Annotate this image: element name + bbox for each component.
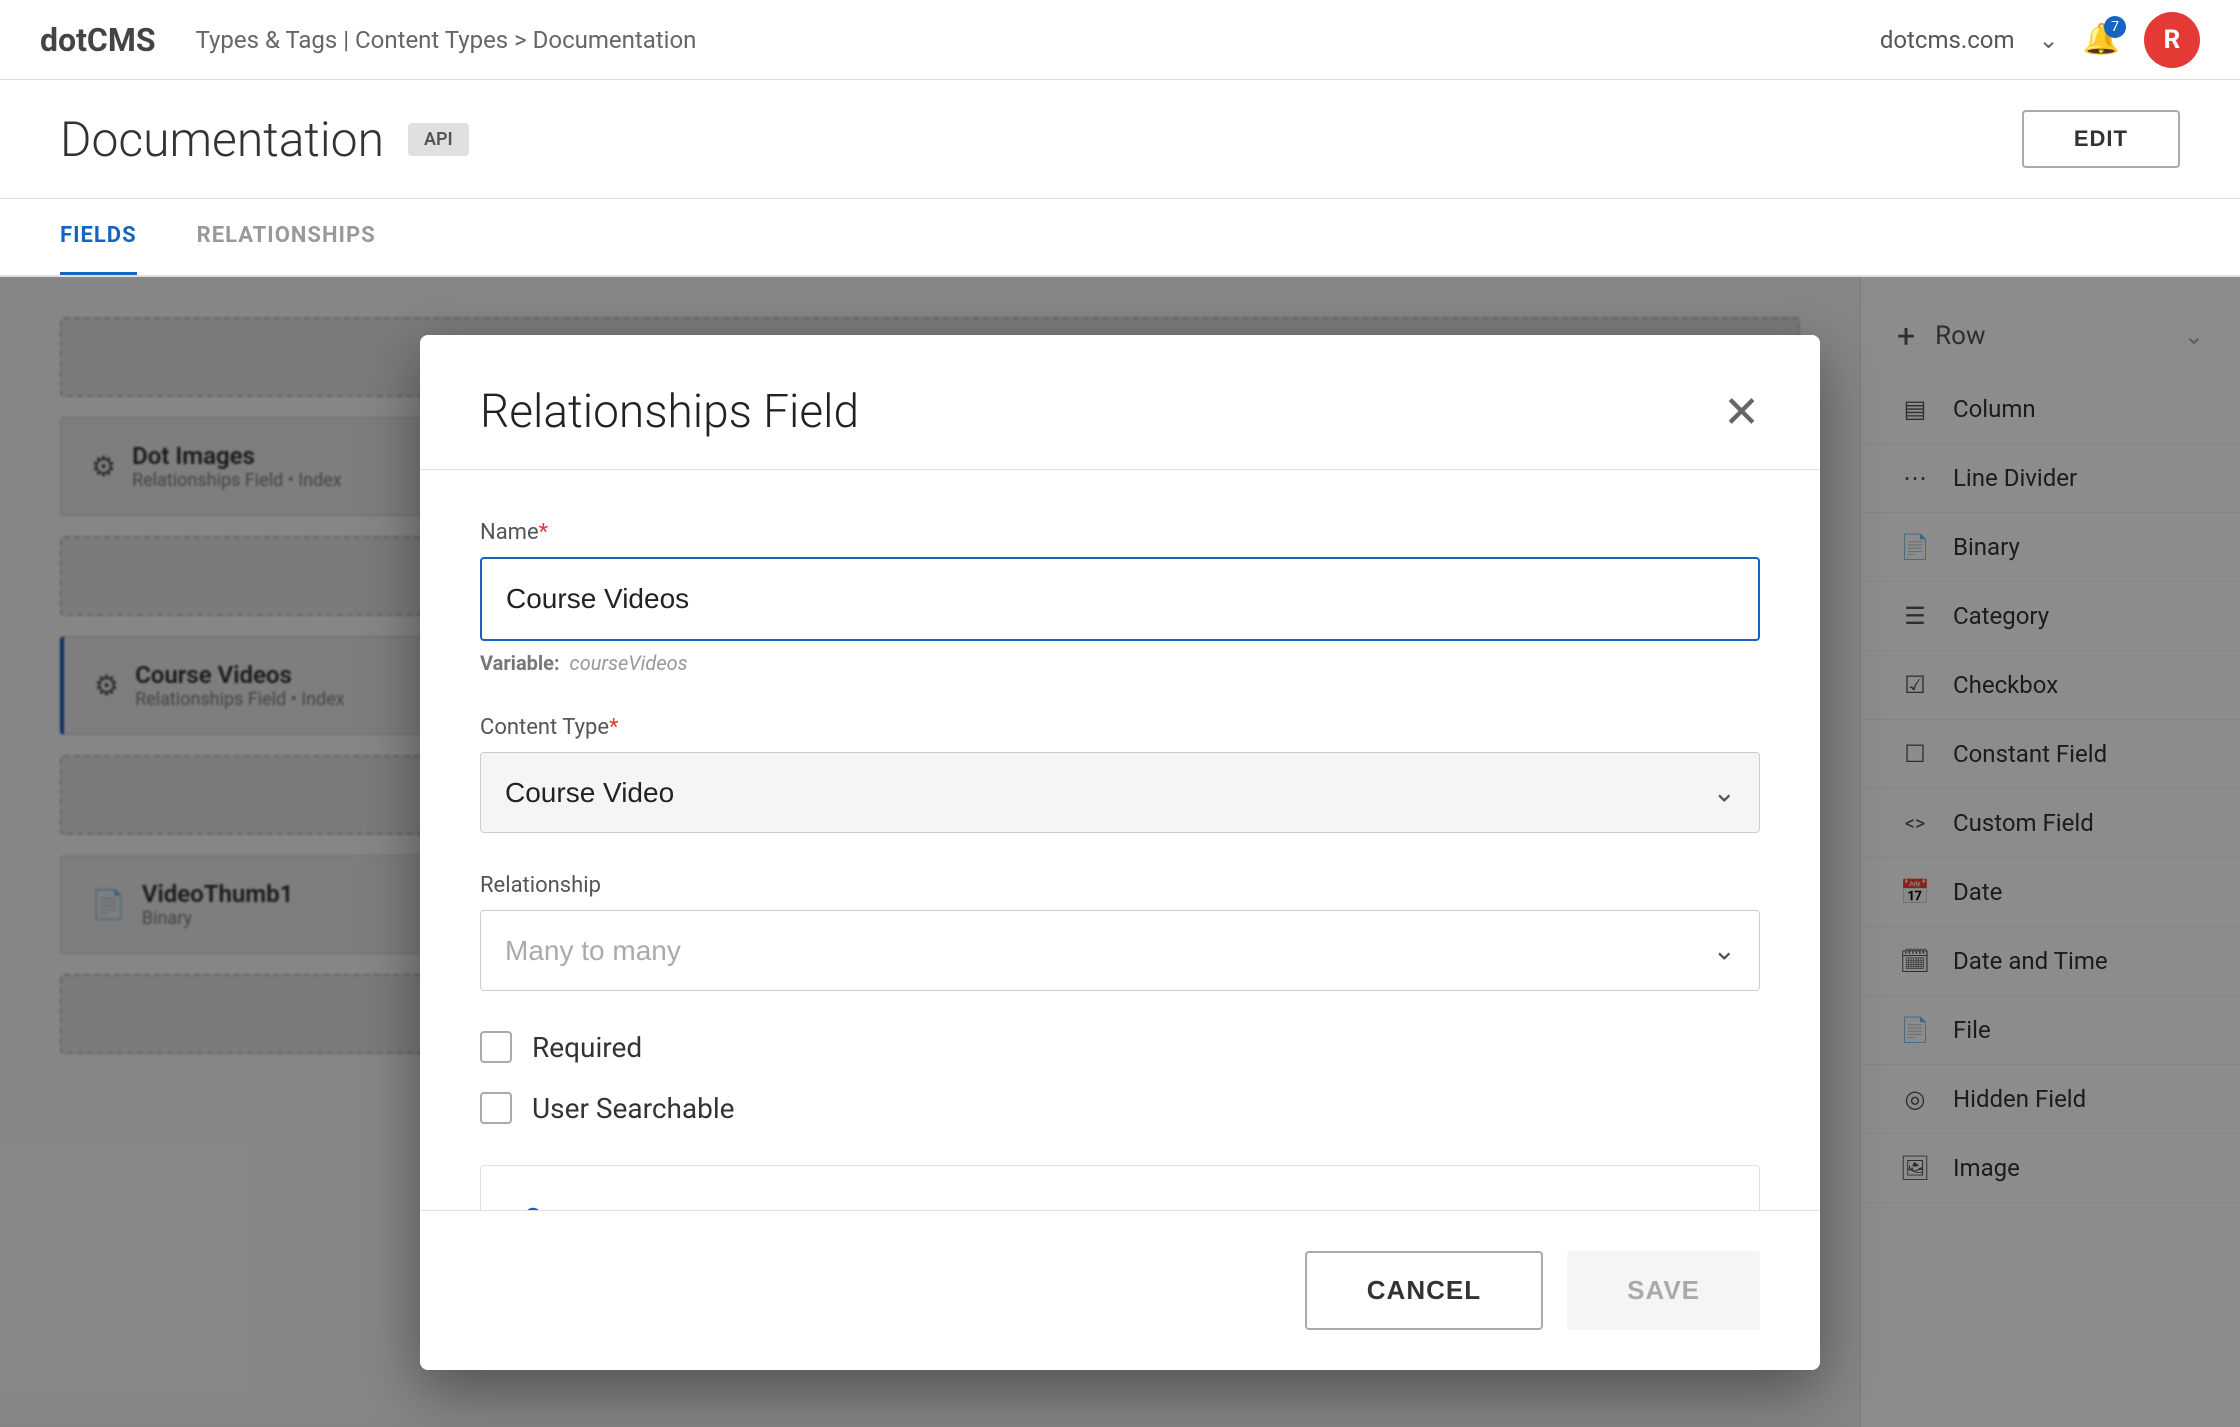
nav-right: dotcms.com ⌄ 🔔 7 R — [1880, 12, 2200, 68]
tab-relationships[interactable]: RELATIONSHIPS — [197, 199, 376, 275]
required-checkbox-row[interactable]: Required — [480, 1031, 1760, 1064]
modal-title: Relationships Field — [480, 385, 859, 439]
content-type-label: Content Type* — [480, 715, 1760, 740]
modal-header: Relationships Field ✕ — [420, 335, 1820, 470]
edit-button[interactable]: EDIT — [2022, 110, 2180, 168]
variable-display: Variable: courseVideos — [480, 651, 1760, 675]
tab-bar: FIELDS RELATIONSHIPS — [0, 199, 2240, 277]
relationship-select[interactable]: Many to many — [480, 910, 1760, 991]
logo: dotCMS — [40, 21, 156, 59]
relationship-label: Relationship — [480, 873, 1760, 898]
chevron-down-icon: ⌄ — [2039, 26, 2059, 54]
modal-overlay: Relationships Field ✕ Name* Variable: co… — [0, 277, 2240, 1427]
name-input[interactable] — [480, 557, 1760, 641]
notification-bell[interactable]: 🔔 7 — [2083, 22, 2120, 57]
relationship-select-wrapper: Many to many ⌄ — [480, 910, 1760, 991]
modal-body: Name* Variable: courseVideos Content Typ… — [420, 470, 1820, 1210]
avatar: R — [2144, 12, 2200, 68]
api-badge: API — [408, 123, 469, 156]
relationships-field-modal: Relationships Field ✕ Name* Variable: co… — [420, 335, 1820, 1370]
name-label: Name* — [480, 520, 1760, 545]
app-background: dotCMS Types & Tags | Content Types > Do… — [0, 0, 2240, 1420]
save-button[interactable]: SAVE — [1567, 1251, 1760, 1330]
main-content: ⚙ Dot Images Relationships Field • Index… — [0, 277, 2240, 1427]
relationship-tree: Documentation Coursevideo — [480, 1165, 1760, 1210]
content-type-form-group: Content Type* Course Video ⌄ — [480, 715, 1760, 833]
tab-fields[interactable]: FIELDS — [60, 199, 137, 275]
variable-value: courseVideos — [570, 651, 688, 675]
modal-footer: CANCEL SAVE — [420, 1210, 1820, 1370]
content-type-select-wrapper: Course Video ⌄ — [480, 752, 1760, 833]
page-title: Documentation — [60, 111, 384, 168]
tree-parent-node: Documentation — [517, 1196, 1723, 1210]
close-icon[interactable]: ✕ — [1723, 390, 1760, 434]
breadcrumb: Types & Tags | Content Types > Documenta… — [196, 26, 697, 54]
top-nav: dotCMS Types & Tags | Content Types > Do… — [0, 0, 2240, 80]
required-checkbox[interactable] — [480, 1031, 512, 1063]
relationship-form-group: Relationship Many to many ⌄ — [480, 873, 1760, 991]
nav-domain: dotcms.com — [1880, 26, 2015, 54]
cancel-button[interactable]: CANCEL — [1305, 1251, 1543, 1330]
notification-badge: 7 — [2104, 16, 2126, 38]
user-searchable-checkbox-row[interactable]: User Searchable — [480, 1092, 1760, 1125]
page-header: Documentation API EDIT — [0, 80, 2240, 199]
user-searchable-checkbox[interactable] — [480, 1092, 512, 1124]
content-type-select[interactable]: Course Video — [480, 752, 1760, 833]
required-label: Required — [532, 1031, 642, 1064]
user-searchable-label: User Searchable — [532, 1092, 735, 1125]
checkboxes-group: Required User Searchable — [480, 1031, 1760, 1125]
name-form-group: Name* Variable: courseVideos — [480, 520, 1760, 675]
